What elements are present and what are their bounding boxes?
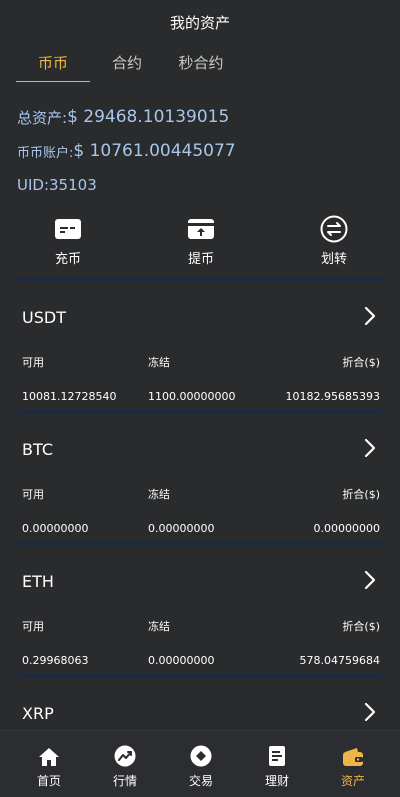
chevron-right-icon[interactable] — [362, 438, 378, 458]
frozen-value: 0.00000000 — [148, 522, 215, 535]
page-title: 我的资产 — [169, 14, 230, 32]
total-assets-label: 总资产: — [17, 108, 68, 127]
frozen-label: 冻结 — [148, 620, 170, 633]
asset-summary: 总资产: $ 29468.10139015 币币账户: $ 10761.0044… — [17, 100, 236, 202]
spot-account-row: 币币账户: $ 10761.00445077 — [17, 134, 236, 168]
tabbar-item-assets[interactable]: 资产 — [313, 731, 393, 797]
withdraw-card-icon — [161, 214, 241, 244]
asset-actions: 充币 提币 划转 — [0, 214, 400, 274]
tabbar-item-home[interactable]: 首页 — [9, 731, 89, 797]
available-value: 0.00000000 — [22, 522, 89, 535]
uid-label: UID: — [17, 176, 50, 194]
coin-name: BTC — [22, 440, 53, 459]
tabbar-label: 资产 — [340, 774, 365, 788]
chevron-right-icon[interactable] — [362, 570, 378, 590]
tabbar-item-trade[interactable]: 交易 — [161, 731, 241, 797]
available-value: 10081.12728540 — [22, 390, 117, 403]
tabbar-label: 理财 — [264, 774, 289, 788]
tabbar-label: 首页 — [36, 774, 61, 788]
coin-name: XRP — [22, 704, 54, 723]
asset-tabs: 币币 合约 秒合约 — [16, 48, 238, 82]
frozen-value: 0.00000000 — [148, 654, 215, 667]
deposit-button[interactable]: 充币 — [28, 214, 108, 267]
transfer-icon — [294, 214, 374, 244]
tab-contract[interactable]: 合约 — [90, 48, 164, 82]
page-header: 我的资产 — [0, 0, 400, 44]
withdraw-label: 提币 — [187, 252, 214, 267]
section-divider — [17, 277, 383, 282]
deposit-card-icon — [28, 214, 108, 244]
wallet-icon — [313, 731, 393, 767]
available-value: 0.29968063 — [22, 654, 89, 667]
available-label: 可用 — [22, 620, 44, 633]
value-usd: 578.04759684 — [299, 654, 380, 667]
trade-icon — [161, 731, 241, 767]
transfer-label: 划转 — [320, 252, 347, 267]
withdraw-button[interactable]: 提币 — [161, 214, 241, 267]
market-trend-icon — [85, 731, 165, 767]
frozen-label: 冻结 — [148, 488, 170, 501]
value-usd-label: 折合($) — [342, 356, 380, 369]
total-assets-row: 总资产: $ 29468.10139015 — [17, 100, 236, 134]
home-icon — [9, 731, 89, 767]
uid-value: 35103 — [49, 176, 97, 194]
tabbar-item-finance[interactable]: 理财 — [237, 731, 317, 797]
coin-card-usdt[interactable]: USDT 可用 冻结 折合($) 10081.12728540 1100.000… — [0, 286, 400, 414]
coin-card-eth[interactable]: ETH 可用 冻结 折合($) 0.29968063 0.00000000 57… — [0, 550, 400, 678]
finance-doc-icon — [237, 731, 317, 767]
spot-account-value: $ 10761.00445077 — [73, 141, 236, 161]
value-usd: 10182.95685393 — [285, 390, 380, 403]
tabbar-label: 交易 — [188, 774, 213, 788]
tabbar-label: 行情 — [112, 774, 137, 788]
spot-account-label: 币币账户: — [17, 145, 74, 161]
chevron-right-icon[interactable] — [362, 306, 378, 326]
tabbar-item-market[interactable]: 行情 — [85, 731, 165, 797]
value-usd-label: 折合($) — [342, 488, 380, 501]
coin-name: USDT — [22, 308, 66, 327]
value-usd: 0.00000000 — [313, 522, 380, 535]
value-usd-label: 折合($) — [342, 620, 380, 633]
deposit-label: 充币 — [54, 252, 81, 267]
bottom-tab-bar: 首页 行情 交易 理财 资产 — [0, 730, 400, 797]
section-divider — [17, 541, 383, 546]
section-divider — [17, 409, 383, 414]
coin-name: ETH — [22, 572, 54, 591]
uid-row: UID: 35103 — [17, 168, 236, 202]
frozen-label: 冻结 — [148, 356, 170, 369]
available-label: 可用 — [22, 488, 44, 501]
available-label: 可用 — [22, 356, 44, 369]
transfer-button[interactable]: 划转 — [294, 214, 374, 267]
coin-card-xrp[interactable]: XRP — [0, 682, 400, 730]
total-assets-value: $ 29468.10139015 — [67, 107, 230, 127]
coin-card-btc[interactable]: BTC 可用 冻结 折合($) 0.00000000 0.00000000 0.… — [0, 418, 400, 546]
chevron-right-icon[interactable] — [362, 702, 378, 722]
tab-spot[interactable]: 币币 — [16, 48, 90, 82]
tab-second-contract[interactable]: 秒合约 — [164, 48, 238, 82]
frozen-value: 1100.00000000 — [148, 390, 236, 403]
section-divider — [17, 673, 383, 678]
